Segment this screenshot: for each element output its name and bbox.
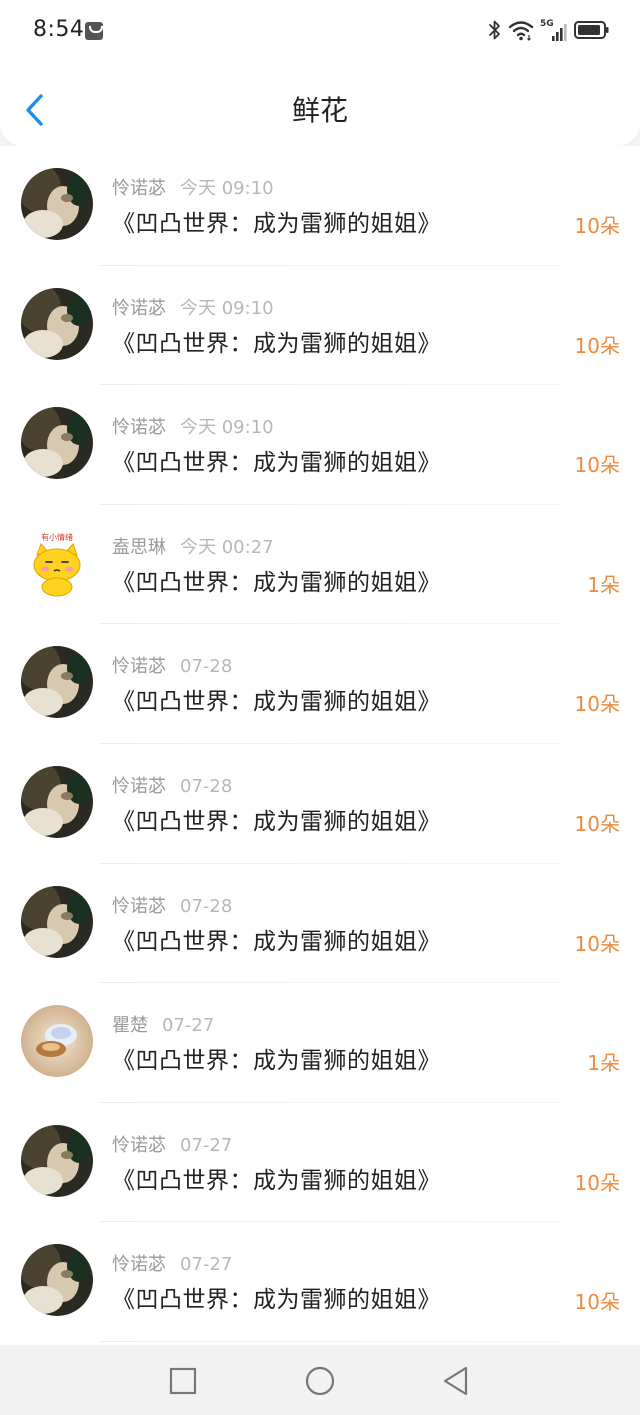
record-meta: 怜诺苾 今天 09:10 bbox=[112, 294, 274, 320]
record-meta: 瞿楚 07-27 bbox=[112, 1011, 214, 1037]
username: 怜诺苾 bbox=[112, 417, 166, 439]
wifi-icon bbox=[508, 19, 534, 45]
flower-count: 10朵 bbox=[574, 214, 620, 238]
book-title: 《凹凸世界：成为雷狮的姐姐》 bbox=[112, 450, 441, 477]
username: 盍思琳 bbox=[112, 536, 166, 558]
username: 怜诺苾 bbox=[112, 775, 166, 797]
timestamp: 07-27 bbox=[180, 1134, 233, 1156]
timestamp: 07-28 bbox=[180, 775, 233, 797]
flower-count: 1朵 bbox=[587, 572, 620, 597]
timestamp: 今天 09:10 bbox=[180, 417, 274, 439]
list-item[interactable]: 怜诺苾 07-28 《凹凸世界：成为雷狮的姐姐》 10朵 bbox=[0, 624, 640, 744]
book-title: 《凹凸世界：成为雷狮的姐姐》 bbox=[112, 1048, 441, 1075]
status-bar: 8:54 5G bbox=[0, 0, 640, 62]
record-meta: 怜诺苾 07-28 bbox=[112, 772, 232, 798]
avatar[interactable] bbox=[21, 407, 93, 480]
page-title: 鲜花 bbox=[291, 94, 348, 127]
back-nav-icon[interactable] bbox=[440, 1365, 472, 1397]
bluetooth-icon bbox=[488, 19, 502, 45]
svg-text:有小情绪: 有小情绪 bbox=[41, 532, 73, 542]
avatar[interactable] bbox=[21, 287, 93, 360]
list-item[interactable]: 怜诺苾 07-27 《凹凸世界：成为雷狮的姐姐》 10朵 bbox=[0, 1103, 640, 1223]
username: 怜诺苾 bbox=[112, 656, 166, 678]
book-title: 《凹凸世界：成为雷狮的姐姐》 bbox=[112, 808, 441, 835]
flower-count: 10朵 bbox=[574, 453, 620, 478]
timestamp: 07-27 bbox=[180, 1254, 233, 1276]
list-item[interactable]: 怜诺苾 今天 09:10 《凹凸世界：成为雷狮的姐姐》 10朵 bbox=[0, 266, 640, 386]
book-title: 《凹凸世界：成为雷狮的姐姐》 bbox=[112, 689, 441, 716]
username: 怜诺苾 bbox=[112, 1134, 166, 1156]
home-icon[interactable] bbox=[304, 1365, 336, 1397]
divider bbox=[100, 1340, 560, 1342]
flower-count: 10朵 bbox=[574, 333, 620, 358]
signal-icon: 5G bbox=[540, 19, 568, 43]
list-item[interactable]: 怜诺苾 07-28 《凹凸世界：成为雷狮的姐姐》 10朵 bbox=[0, 744, 640, 864]
flower-count: 10朵 bbox=[574, 811, 620, 836]
status-icons: 5G bbox=[488, 18, 610, 46]
timestamp: 07-27 bbox=[162, 1015, 215, 1037]
avatar[interactable] bbox=[21, 885, 93, 958]
flower-count: 10朵 bbox=[574, 692, 620, 717]
record-meta: 盍思琳 今天 00:27 bbox=[112, 533, 274, 559]
record-meta: 怜诺苾 07-27 bbox=[112, 1250, 232, 1276]
timestamp: 07-28 bbox=[180, 895, 233, 917]
list-item[interactable]: 怜诺苾 今天 09:10 《凹凸世界：成为雷狮的姐姐》 10朵 bbox=[0, 146, 640, 266]
username: 怜诺苾 bbox=[112, 297, 166, 319]
username: 瞿楚 bbox=[112, 1015, 148, 1037]
status-time: 8:54 bbox=[33, 17, 85, 42]
timestamp: 今天 09:10 bbox=[180, 297, 274, 319]
timestamp: 07-28 bbox=[180, 656, 233, 678]
username: 怜诺苾 bbox=[112, 178, 166, 199]
battery-icon bbox=[574, 19, 610, 45]
username: 怜诺苾 bbox=[112, 895, 166, 917]
avatar[interactable] bbox=[21, 765, 93, 838]
record-meta: 怜诺苾 今天 09:10 bbox=[112, 174, 274, 200]
recent-apps-icon[interactable] bbox=[167, 1365, 199, 1397]
header: 鲜花 bbox=[0, 62, 640, 146]
record-meta: 怜诺苾 今天 09:10 bbox=[112, 413, 274, 439]
timestamp: 今天 00:27 bbox=[180, 536, 274, 558]
book-title: 《凹凸世界：成为雷狮的姐姐》 bbox=[112, 928, 441, 955]
flower-count: 10朵 bbox=[574, 1290, 620, 1315]
record-meta: 怜诺苾 07-28 bbox=[112, 892, 232, 918]
list-item[interactable]: 怜诺苾 07-28 《凹凸世界：成为雷狮的姐姐》 10朵 bbox=[0, 864, 640, 984]
avatar[interactable] bbox=[21, 1124, 93, 1197]
system-nav-bar bbox=[0, 1345, 640, 1415]
book-title: 《凹凸世界：成为雷狮的姐姐》 bbox=[112, 1287, 441, 1314]
record-meta: 怜诺苾 07-27 bbox=[112, 1131, 232, 1157]
avatar[interactable] bbox=[21, 1244, 93, 1317]
flower-count: 10朵 bbox=[574, 1170, 620, 1195]
book-title: 《凹凸世界：成为雷狮的姐姐》 bbox=[112, 211, 441, 237]
avatar[interactable] bbox=[21, 1005, 93, 1078]
timestamp: 今天 09:10 bbox=[180, 178, 274, 199]
message-icon bbox=[85, 22, 103, 40]
avatar[interactable] bbox=[21, 646, 93, 719]
avatar[interactable] bbox=[21, 168, 93, 240]
list-item[interactable]: 有小情绪 盍思琳 今天 00:27 《凹凸世界：成为雷狮的姐姐》 1朵 bbox=[0, 505, 640, 625]
list-item[interactable]: 怜诺苾 今天 09:10 《凹凸世界：成为雷狮的姐姐》 10朵 bbox=[0, 385, 640, 505]
username: 怜诺苾 bbox=[112, 1254, 166, 1276]
book-title: 《凹凸世界：成为雷狮的姐姐》 bbox=[112, 330, 441, 357]
flower-record-list[interactable]: 怜诺苾 今天 09:10 《凹凸世界：成为雷狮的姐姐》 10朵 怜诺苾 今天 09:… bbox=[0, 146, 640, 1345]
flower-count: 1朵 bbox=[587, 1051, 620, 1076]
flower-count: 10朵 bbox=[574, 931, 620, 956]
book-title: 《凹凸世界：成为雷狮的姐姐》 bbox=[112, 1167, 441, 1194]
list-item[interactable]: 怜诺苾 07-27 《凹凸世界：成为雷狮的姐姐》 10朵 bbox=[0, 1222, 640, 1342]
avatar[interactable]: 有小情绪 bbox=[21, 526, 93, 599]
book-title: 《凹凸世界：成为雷狮的姐姐》 bbox=[112, 569, 441, 596]
record-meta: 怜诺苾 07-28 bbox=[112, 652, 232, 678]
list-item[interactable]: 瞿楚 07-27 《凹凸世界：成为雷狮的姐姐》 1朵 bbox=[0, 983, 640, 1103]
